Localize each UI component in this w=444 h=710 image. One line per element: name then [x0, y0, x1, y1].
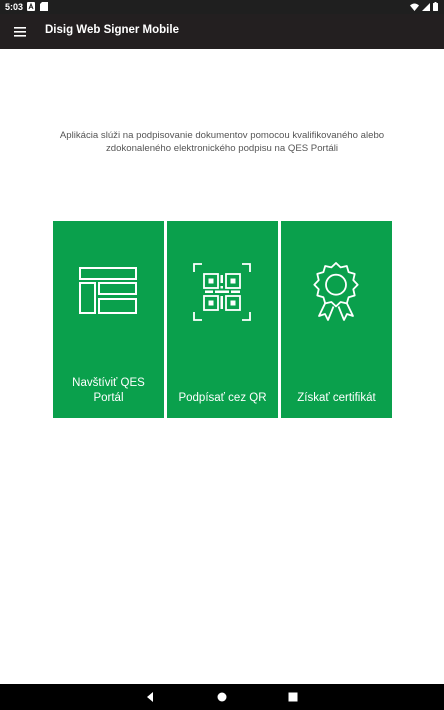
- action-tiles: Navštíviť QES Portál Podpísať cez QR Zís…: [53, 221, 392, 418]
- cell-signal-icon: [422, 2, 430, 11]
- app-bar: Disig Web Signer Mobile: [0, 14, 444, 49]
- wifi-icon: [410, 3, 419, 11]
- portal-layout-icon: [79, 267, 137, 314]
- recents-icon[interactable]: [287, 691, 299, 703]
- sign-via-qr-tile[interactable]: Podpísať cez QR: [167, 221, 278, 418]
- get-certificate-label: Získať certifikát: [297, 392, 376, 404]
- qr-code-scan-icon: [193, 263, 251, 321]
- hamburger-menu-icon: [14, 27, 26, 37]
- sign-via-qr-label: Podpísať cez QR: [178, 392, 267, 404]
- hamburger-menu-button[interactable]: [9, 22, 31, 42]
- get-certificate-tile[interactable]: Získať certifikát: [281, 221, 392, 418]
- home-icon[interactable]: [216, 691, 228, 703]
- visit-qes-portal-tile[interactable]: Navštíviť QES Portál: [53, 221, 164, 418]
- notification-a-icon: [27, 2, 35, 11]
- battery-icon: [433, 2, 438, 11]
- status-right-icons: [410, 2, 438, 11]
- status-bar: 5:03: [0, 0, 444, 14]
- visit-qes-portal-label: Navštíviť QES Portál: [72, 377, 145, 404]
- sd-card-icon: [40, 2, 48, 11]
- status-left-icons: [27, 2, 48, 11]
- back-icon[interactable]: [144, 691, 156, 703]
- app-title: Disig Web Signer Mobile: [45, 24, 179, 36]
- app-description: Aplikácia slúži na podpisovanie dokument…: [59, 130, 385, 154]
- certificate-ribbon-icon: [313, 262, 359, 321]
- status-time: 5:03: [5, 2, 24, 12]
- navigation-bar: [0, 684, 444, 710]
